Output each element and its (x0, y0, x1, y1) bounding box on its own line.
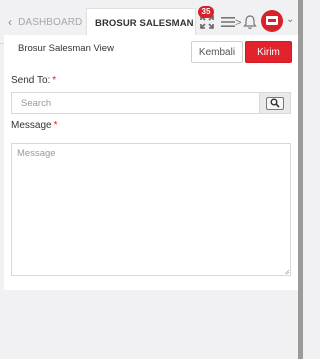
notification-badge: 35 (198, 6, 214, 18)
app-window: ‹ DASHBOARD BROSUR SALESMAN VIEW 35 > ⌄ … (0, 0, 303, 359)
search-icon (270, 98, 280, 108)
message-label-text: Message (11, 120, 52, 131)
send-to-label: Send To: * (11, 75, 56, 86)
page-title: Brosur Salesman View (18, 43, 114, 54)
send-to-label-text: Send To: (11, 75, 51, 86)
tab-active-label: BROSUR SALESMAN VIEW (95, 18, 195, 29)
arrow-right-icon: > (235, 17, 242, 29)
window-border (298, 0, 303, 359)
menu-icon[interactable] (221, 16, 235, 28)
chevron-down-icon[interactable]: ⌄ (286, 14, 294, 25)
message-textarea[interactable] (11, 143, 291, 276)
chevron-left-icon: ‹ (8, 15, 13, 29)
send-button[interactable]: Kirim (245, 41, 292, 63)
recipient-search (11, 92, 291, 114)
search-icon-frame (266, 96, 284, 110)
bell-icon[interactable] (243, 14, 257, 30)
message-label: Message * (11, 120, 57, 131)
required-mark: * (52, 75, 57, 86)
search-button[interactable] (259, 93, 290, 113)
resize-grip-icon[interactable] (284, 269, 290, 275)
tab-brosur-salesman-view[interactable]: BROSUR SALESMAN VIEW (86, 8, 196, 38)
user-icon (266, 16, 278, 25)
main-panel: Brosur Salesman View Kembali Kirim Send … (4, 35, 298, 290)
tab-dashboard[interactable]: ‹ DASHBOARD (8, 10, 82, 34)
back-button[interactable]: Kembali (191, 41, 243, 63)
avatar[interactable] (261, 10, 283, 32)
search-input[interactable] (12, 93, 259, 113)
required-mark: * (53, 120, 58, 131)
tab-dashboard-label: DASHBOARD (18, 16, 83, 28)
